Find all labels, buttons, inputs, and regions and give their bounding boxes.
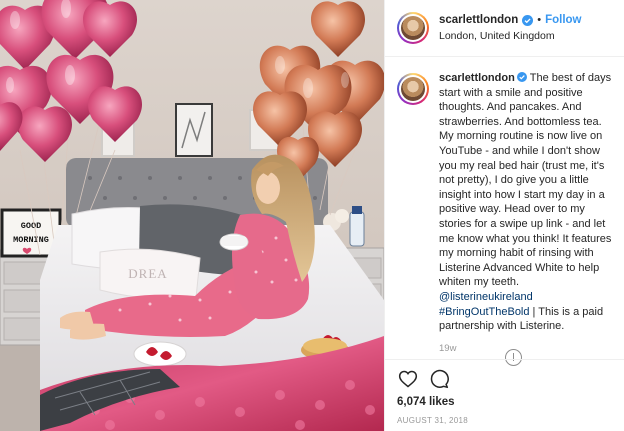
caption-text: scarlettlondon The best of days start wi…	[439, 71, 614, 334]
caption-avatar[interactable]	[397, 73, 429, 105]
divider	[385, 359, 624, 360]
hashtag-link[interactable]: #BringOutTheBold	[439, 306, 530, 318]
lightbox-text: GOOD	[21, 221, 41, 231]
post-side-panel: scarlettlondon • Follow London, United K…	[384, 0, 624, 431]
follow-button[interactable]: Follow	[545, 13, 581, 27]
caption-username-link[interactable]: scarlettlondon	[439, 72, 515, 84]
heart-icon	[398, 370, 418, 388]
post-photo[interactable]: GOOD MORNING DREA	[0, 0, 384, 431]
caption-block: scarlettlondon The best of days start wi…	[385, 57, 624, 334]
post-date: AUGUST 31, 2018	[397, 416, 469, 425]
mention-link[interactable]: @listerineukireland	[439, 291, 533, 303]
pillow-text: DREA	[128, 266, 167, 281]
more-options-icon[interactable]	[505, 349, 522, 366]
verified-badge-icon	[516, 72, 527, 82]
separator-dot: •	[537, 13, 542, 26]
verified-badge-icon	[522, 14, 534, 26]
location-link[interactable]: London, United Kingdom	[439, 30, 582, 43]
like-button[interactable]	[397, 368, 419, 390]
comment-bubble-icon	[430, 369, 449, 389]
avatar[interactable]	[397, 12, 429, 44]
username-link[interactable]: scarlettlondon	[439, 13, 518, 27]
likes-count[interactable]: 6,074 likes	[397, 396, 455, 408]
svg-text:MORNING: MORNING	[13, 235, 49, 245]
comment-button[interactable]	[428, 368, 450, 390]
post-header: scarlettlondon • Follow London, United K…	[385, 0, 624, 57]
post-age: 19w	[439, 342, 457, 354]
caption-body: The best of days start with a smile and …	[439, 72, 612, 289]
action-bar	[397, 368, 459, 390]
